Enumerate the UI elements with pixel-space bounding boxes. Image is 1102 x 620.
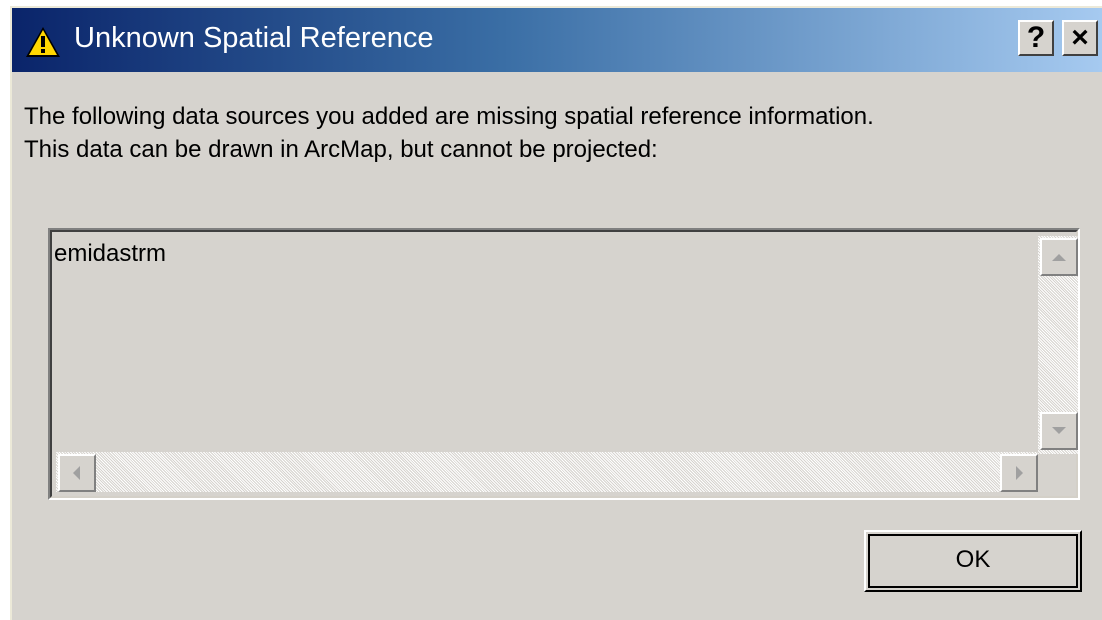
arrow-up-icon <box>1052 254 1066 261</box>
spatial-reference-dialog: Unknown Spatial Reference ? × The follow… <box>10 6 1102 620</box>
data-source-list[interactable]: emidastrm <box>48 228 1080 500</box>
message-line-2: This data can be drawn in ArcMap, but ca… <box>24 136 658 163</box>
scroll-left-button[interactable] <box>58 454 96 492</box>
scroll-down-button[interactable] <box>1040 412 1078 450</box>
list-frame: emidastrm <box>50 230 1078 498</box>
scroll-right-button[interactable] <box>1000 454 1038 492</box>
arrow-down-icon <box>1052 427 1066 434</box>
ok-button[interactable]: OK <box>864 530 1082 592</box>
arrow-right-icon <box>1016 466 1023 480</box>
arrow-left-icon <box>73 466 80 480</box>
help-button[interactable]: ? <box>1018 20 1054 56</box>
message-line-1: The following data sources you added are… <box>24 103 874 130</box>
horizontal-scrollbar[interactable] <box>56 452 1038 492</box>
warning-icon <box>24 25 62 59</box>
close-button[interactable]: × <box>1062 20 1098 56</box>
list-item[interactable]: emidastrm <box>54 240 166 268</box>
title-bar[interactable]: Unknown Spatial Reference ? × <box>12 8 1102 72</box>
scroll-up-button[interactable] <box>1040 238 1078 276</box>
window-title: Unknown Spatial Reference <box>74 22 434 54</box>
message-text: The following data sources you added are… <box>24 100 1094 166</box>
